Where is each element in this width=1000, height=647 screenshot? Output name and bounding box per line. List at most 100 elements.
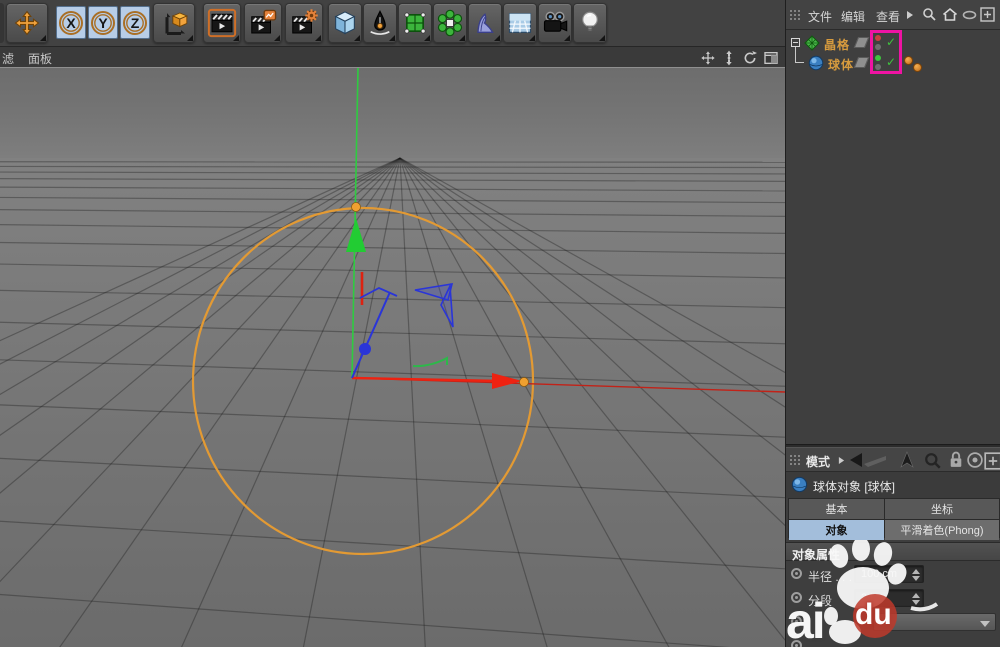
property-label: 分段 xyxy=(808,592,832,609)
tab-object[interactable]: 对象 xyxy=(789,520,884,540)
camera-button[interactable] xyxy=(538,3,572,43)
lattice-object-icon xyxy=(804,35,820,51)
phong-tag-icon[interactable] xyxy=(904,56,913,65)
render-settings-button[interactable] xyxy=(285,3,323,43)
add-cube-button[interactable] xyxy=(328,3,362,43)
render-settings-gear-icon xyxy=(289,8,319,38)
add-panel-icon[interactable] xyxy=(980,7,995,22)
cinema4d-window: X Y Z xyxy=(0,0,1000,647)
floor-environment-button[interactable] xyxy=(503,3,537,43)
mode-menu[interactable]: 模式 xyxy=(806,453,830,470)
subdivision-surface-icon xyxy=(401,9,429,37)
subdivision-surface-button[interactable] xyxy=(398,3,432,43)
radius-input[interactable]: 100 cm xyxy=(854,565,924,583)
panel-grip-icon[interactable] xyxy=(789,9,801,21)
move-icon xyxy=(14,10,40,36)
bend-deformer-icon xyxy=(471,9,499,37)
zoom-icon[interactable] xyxy=(721,50,737,66)
sphere-object-icon xyxy=(808,55,824,71)
ground-plane xyxy=(0,158,785,647)
property-row-segments: 分段 24 xyxy=(786,588,1000,610)
property-label: 半径 . . . xyxy=(808,568,852,585)
key-radio-icon[interactable] xyxy=(791,568,802,579)
menu-more-arrow-icon[interactable] xyxy=(906,10,914,20)
floor-sky-icon xyxy=(506,9,534,37)
stepper-control[interactable] xyxy=(912,568,920,582)
render-picture-viewer-button[interactable] xyxy=(244,3,282,43)
axis-y-button[interactable]: Y xyxy=(88,6,118,39)
pan-icon[interactable] xyxy=(700,50,716,66)
pen-spline-button[interactable] xyxy=(363,3,397,43)
key-radio-icon[interactable] xyxy=(791,640,802,647)
axis-x-button[interactable]: X xyxy=(56,6,86,39)
right-panel: 文件 编辑 查看 晶格 ✓ xyxy=(785,0,1000,647)
main-toolbar: X Y Z xyxy=(0,0,785,47)
cloner-array-button[interactable] xyxy=(433,3,467,43)
segments-value[interactable]: 24 xyxy=(861,592,873,604)
radius-value[interactable]: 100 cm xyxy=(861,568,897,580)
sphere-object-icon xyxy=(791,476,808,493)
object-name[interactable]: 球体 xyxy=(828,56,854,73)
om-menu-edit[interactable]: 编辑 xyxy=(841,8,865,25)
viewport-nav-controls xyxy=(700,50,779,66)
search-icon[interactable] xyxy=(922,7,937,22)
up-cursor-icon[interactable] xyxy=(898,451,916,469)
viewport-menu-panel[interactable]: 面板 xyxy=(28,50,52,67)
rotate-icon[interactable] xyxy=(742,50,758,66)
maximize-icon[interactable] xyxy=(763,50,779,66)
object-properties-header[interactable]: 对象属性 xyxy=(786,542,1000,561)
key-radio-icon[interactable] xyxy=(791,592,802,603)
tab-coordinates[interactable]: 坐标 xyxy=(885,499,999,519)
target-icon[interactable] xyxy=(966,451,984,469)
eye-icon[interactable] xyxy=(962,9,977,21)
search-icon[interactable] xyxy=(924,452,942,470)
stepper-control[interactable] xyxy=(912,592,920,606)
layer-icon[interactable] xyxy=(854,37,869,48)
viewport-menu-filter[interactable]: 滤 xyxy=(2,50,14,67)
om-menu-file[interactable]: 文件 xyxy=(808,8,832,25)
property-row-partial xyxy=(786,636,1000,647)
lock-icon[interactable] xyxy=(947,451,965,469)
cube-primitive-icon xyxy=(331,9,359,37)
om-menu-view[interactable]: 查看 xyxy=(876,8,900,25)
type-dropdown[interactable] xyxy=(873,613,996,631)
expand-toggle-icon[interactable] xyxy=(791,38,800,47)
tree-connector xyxy=(795,47,804,63)
axis-z-button[interactable]: Z xyxy=(120,6,150,39)
annotation-highlight-box xyxy=(870,30,902,74)
object-name[interactable]: 晶格 xyxy=(824,36,850,53)
viewport-scene xyxy=(0,68,785,647)
render-view-button[interactable] xyxy=(203,3,241,43)
light-bulb-icon xyxy=(576,9,604,37)
light-button[interactable] xyxy=(573,3,607,43)
axis-y-label: Y xyxy=(89,7,117,38)
camera-icon xyxy=(541,9,569,37)
section-title: 对象属性 xyxy=(792,546,840,563)
tab-phong[interactable]: 平滑着色(Phong) xyxy=(885,520,999,540)
key-radio-icon[interactable] xyxy=(791,616,802,627)
z-axis-handle[interactable] xyxy=(359,343,371,355)
panel-grip-icon[interactable] xyxy=(789,454,801,466)
add-panel-icon[interactable] xyxy=(984,452,1000,470)
move-tool-button[interactable] xyxy=(6,3,48,43)
segments-input[interactable]: 24 xyxy=(854,589,924,607)
clipped-button xyxy=(0,3,4,43)
mode-arrow-icon[interactable] xyxy=(838,456,845,465)
viewport-menubar: 滤 面板 xyxy=(0,47,785,68)
layer-icon[interactable] xyxy=(854,57,869,68)
viewport-canvas[interactable] xyxy=(0,68,785,647)
dropdown-arrow-icon xyxy=(980,621,990,627)
home-icon[interactable] xyxy=(942,7,958,22)
tab-basic[interactable]: 基本 xyxy=(789,499,884,519)
material-tag-icon[interactable] xyxy=(913,63,922,72)
property-row-type xyxy=(786,612,1000,634)
history-back-icon[interactable] xyxy=(848,451,888,469)
coordinate-system-button[interactable] xyxy=(153,3,195,43)
coordinate-axes-icon xyxy=(160,9,188,37)
deformer-button[interactable] xyxy=(468,3,502,43)
radius-handle-right[interactable] xyxy=(520,378,529,387)
property-row-radius: 半径 . . . 100 cm xyxy=(786,564,1000,586)
attribute-manager-menubar: 模式 xyxy=(786,448,1000,472)
axis-x-label: X xyxy=(57,7,85,38)
radius-handle-top[interactable] xyxy=(352,203,361,212)
